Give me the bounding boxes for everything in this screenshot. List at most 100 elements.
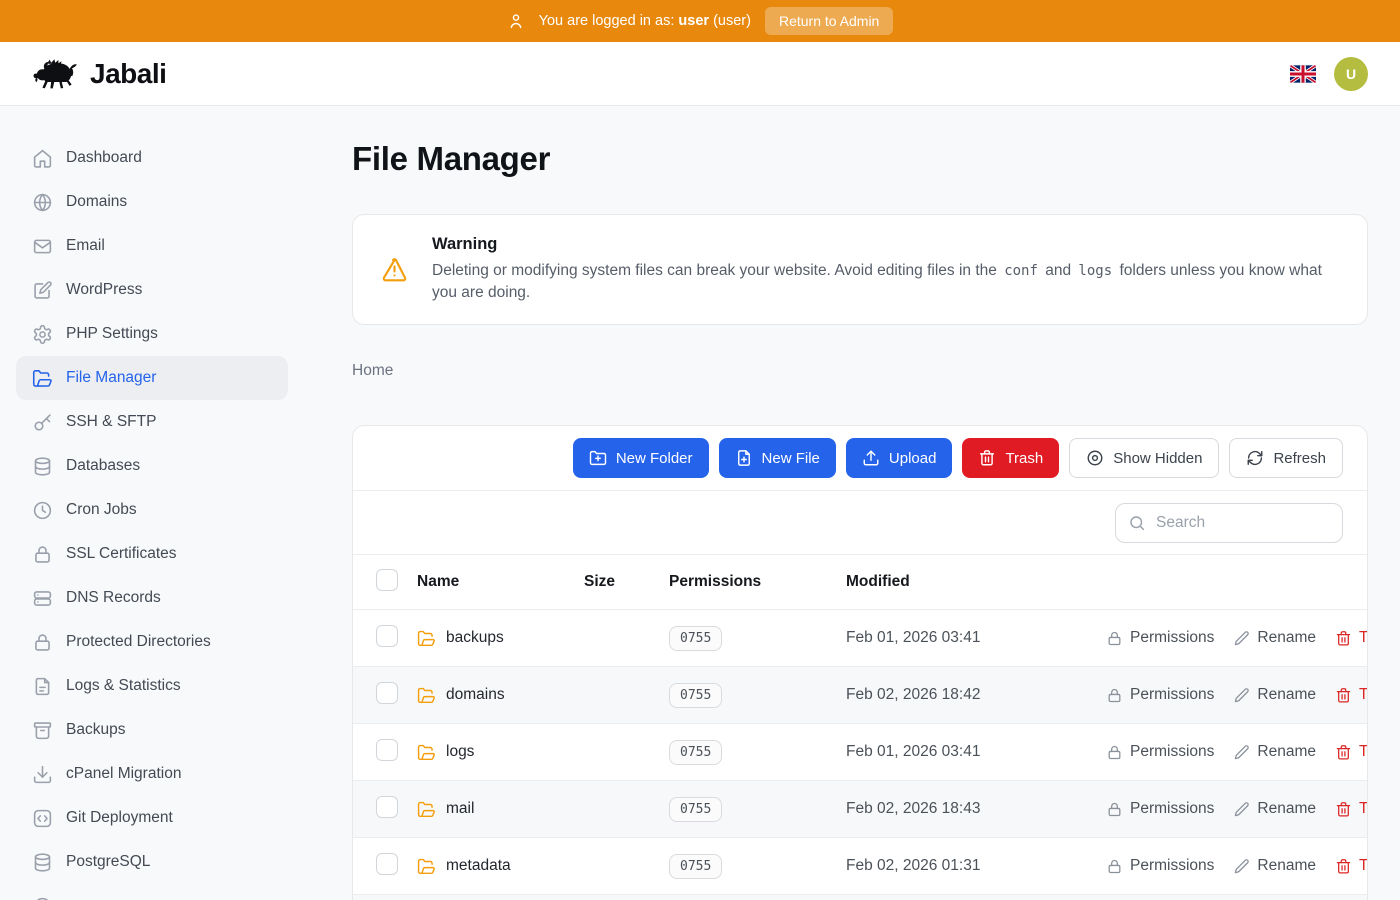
header-right: U — [1290, 57, 1368, 91]
row-checkbox[interactable] — [376, 853, 398, 875]
show-hidden-button[interactable]: Show Hidden — [1069, 438, 1219, 478]
globe-icon — [32, 192, 53, 213]
table-body: backups0755Feb 01, 2026 03:41Permissions… — [353, 610, 1367, 900]
pencil-icon — [1233, 687, 1250, 704]
sidebar-item-backups[interactable]: Backups — [16, 708, 288, 752]
sidebar-item-label: WordPress — [66, 281, 142, 299]
eye-icon — [1086, 449, 1104, 467]
code-conf: conf — [1001, 263, 1041, 279]
file-name[interactable]: metadata — [446, 857, 511, 875]
row-checkbox[interactable] — [376, 739, 398, 761]
column-size[interactable]: Size — [584, 573, 669, 591]
circle-icon — [32, 896, 53, 900]
sidebar-item-cpanel-migration[interactable]: cPanel Migration — [16, 752, 288, 796]
row-checkbox[interactable] — [376, 796, 398, 818]
return-to-admin-button[interactable]: Return to Admin — [765, 7, 893, 35]
sidebar-item-ssh-sftp[interactable]: SSH & SFTP — [16, 400, 288, 444]
row-trash-button[interactable]: Trash — [1335, 629, 1368, 647]
user-avatar[interactable]: U — [1334, 57, 1368, 91]
lock-icon — [1106, 630, 1123, 647]
row-permissions-button[interactable]: Permissions — [1106, 743, 1214, 761]
sidebar-item-databases[interactable]: Databases — [16, 444, 288, 488]
clock-icon — [32, 500, 53, 521]
file-text-icon — [32, 676, 53, 697]
column-modified[interactable]: Modified — [846, 573, 1106, 591]
row-trash-button[interactable]: Trash — [1335, 686, 1368, 704]
refresh-button[interactable]: Refresh — [1229, 438, 1343, 478]
search-input[interactable] — [1156, 514, 1330, 532]
row-rename-button[interactable]: Rename — [1233, 686, 1316, 704]
row-rename-button[interactable]: Rename — [1233, 800, 1316, 818]
trash-button[interactable]: Trash — [962, 438, 1059, 478]
sidebar-item-protected-directories[interactable]: Protected Directories — [16, 620, 288, 664]
sidebar-item-domains[interactable]: Domains — [16, 180, 288, 224]
impersonation-message: You are logged in as: user (user) — [539, 13, 751, 29]
permissions-badge: 0755 — [669, 740, 722, 765]
sidebar-item-php-settings[interactable]: PHP Settings — [16, 312, 288, 356]
row-trash-button[interactable]: Trash — [1335, 857, 1368, 875]
file-name[interactable]: domains — [446, 686, 505, 704]
breadcrumb-home[interactable]: Home — [352, 362, 393, 379]
boar-logo-icon — [32, 57, 80, 91]
sidebar-item-postgresql[interactable]: PostgreSQL — [16, 840, 288, 884]
file-name[interactable]: logs — [446, 743, 474, 761]
sidebar-item-partial[interactable] — [16, 884, 288, 900]
modified-date: Feb 02, 2026 18:43 — [846, 800, 1106, 818]
row-trash-button[interactable]: Trash — [1335, 800, 1368, 818]
permissions-badge: 0755 — [669, 683, 722, 708]
trash-icon — [1335, 858, 1352, 875]
sidebar-item-label: Cron Jobs — [66, 501, 137, 519]
search-box[interactable] — [1115, 503, 1343, 543]
folder-open-icon — [417, 743, 436, 762]
row-rename-button[interactable]: Rename — [1233, 857, 1316, 875]
table-row: domains0755Feb 02, 2026 18:42Permissions… — [353, 667, 1367, 724]
column-name[interactable]: Name — [417, 573, 584, 591]
code-square-icon — [32, 808, 53, 829]
app-header: Jabali U — [0, 42, 1400, 106]
lock-icon — [1106, 801, 1123, 818]
select-all-checkbox[interactable] — [376, 569, 398, 591]
file-name[interactable]: mail — [446, 800, 474, 818]
sidebar-item-cron-jobs[interactable]: Cron Jobs — [16, 488, 288, 532]
sidebar-item-dashboard[interactable]: Dashboard — [16, 136, 288, 180]
new-file-button[interactable]: New File — [719, 438, 836, 478]
gear-icon — [32, 324, 53, 345]
row-trash-button[interactable]: Trash — [1335, 743, 1368, 761]
file-name[interactable]: backups — [446, 629, 504, 647]
sidebar-item-email[interactable]: Email — [16, 224, 288, 268]
server-icon — [32, 588, 53, 609]
download-icon — [32, 764, 53, 785]
database-icon — [32, 456, 53, 477]
table-header: Name Size Permissions Modified — [353, 555, 1367, 610]
row-rename-button[interactable]: Rename — [1233, 743, 1316, 761]
sidebar-item-git-deployment[interactable]: Git Deployment — [16, 796, 288, 840]
row-permissions-button[interactable]: Permissions — [1106, 629, 1214, 647]
sidebar-item-file-manager[interactable]: File Manager — [16, 356, 288, 400]
column-permissions[interactable]: Permissions — [669, 573, 846, 591]
row-permissions-button[interactable]: Permissions — [1106, 686, 1214, 704]
new-folder-button[interactable]: New Folder — [573, 438, 709, 478]
permissions-badge: 0755 — [669, 797, 722, 822]
row-checkbox[interactable] — [376, 625, 398, 647]
sidebar-item-logs-statistics[interactable]: Logs & Statistics — [16, 664, 288, 708]
main-content: File Manager Warning Deleting or modifyi… — [352, 106, 1368, 900]
uk-flag-icon[interactable] — [1290, 65, 1316, 83]
upload-button[interactable]: Upload — [846, 438, 953, 478]
row-permissions-button[interactable]: Permissions — [1106, 857, 1214, 875]
row-checkbox[interactable] — [376, 682, 398, 704]
brand[interactable]: Jabali — [32, 57, 166, 91]
square-pen-icon — [32, 280, 53, 301]
folder-plus-icon — [589, 449, 607, 467]
row-permissions-button[interactable]: Permissions — [1106, 800, 1214, 818]
modified-date: Feb 02, 2026 01:31 — [846, 857, 1106, 875]
page-title: File Manager — [352, 140, 1368, 178]
folder-open-icon — [417, 629, 436, 648]
row-rename-button[interactable]: Rename — [1233, 629, 1316, 647]
warning-triangle-icon — [381, 256, 408, 283]
table-row: 0755 — [353, 895, 1367, 900]
person-icon — [507, 12, 525, 30]
sidebar-item-wordpress[interactable]: WordPress — [16, 268, 288, 312]
sidebar-item-dns-records[interactable]: DNS Records — [16, 576, 288, 620]
sidebar-item-ssl-certificates[interactable]: SSL Certificates — [16, 532, 288, 576]
warning-content: Warning Deleting or modifying system fil… — [432, 235, 1339, 304]
